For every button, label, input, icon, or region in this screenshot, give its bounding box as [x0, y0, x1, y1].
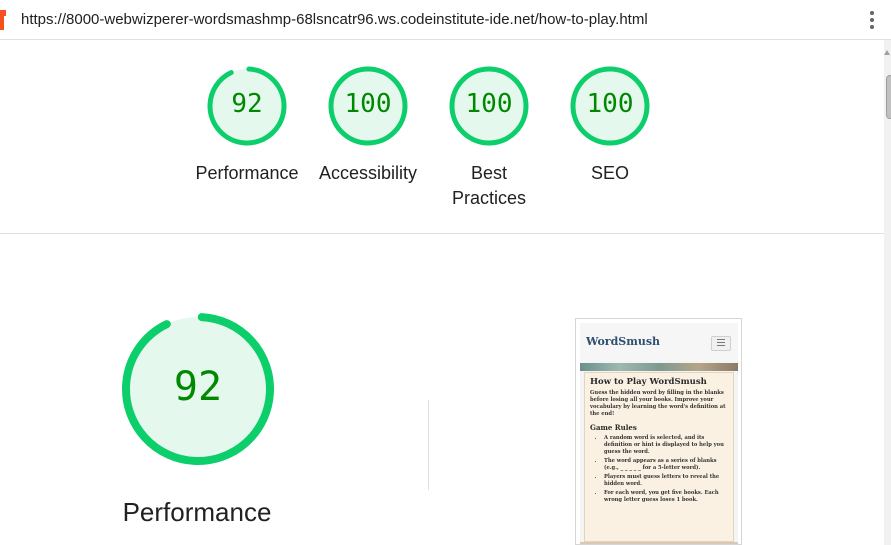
score-value: 100 [344, 89, 392, 119]
score-label: Performance [195, 163, 299, 183]
score-value: 100 [586, 89, 634, 119]
vertical-divider [428, 400, 429, 490]
address-bar[interactable]: https://8000-webwizperer-wordsmashmp-68l… [0, 0, 891, 40]
screenshot-banner-image [580, 363, 738, 371]
score-gauge-best-practices[interactable]: 100 Best Practices [434, 65, 544, 211]
score-value: 92 [231, 89, 263, 119]
rule-item: The word appears as a series of blanks (… [604, 458, 728, 472]
score-label: Accessibility [318, 163, 418, 183]
main-score-label: Performance [122, 497, 272, 527]
screenshot-rules-heading: Game Rules [590, 423, 637, 432]
lighthouse-logo-icon [0, 10, 6, 30]
score-label: Best Practices [434, 161, 544, 211]
score-gauge-performance[interactable]: 92 Performance [192, 65, 302, 186]
page-screenshot-thumbnail[interactable]: WordSmush How to Play WordSmush Guess th… [575, 318, 742, 545]
screenshot-title: How to Play WordSmush [590, 377, 707, 387]
score-value: 100 [465, 89, 513, 119]
score-gauge-accessibility[interactable]: 100 Accessibility [313, 65, 423, 186]
rule-item: Players must guess letters to reveal the… [604, 474, 728, 488]
url-text[interactable]: https://8000-webwizperer-wordsmashmp-68l… [21, 11, 648, 28]
screenshot-rules-list: A random word is selected, and its defin… [590, 435, 728, 504]
score-label-line: Best [470, 163, 508, 183]
more-options-icon[interactable] [866, 9, 878, 33]
screenshot-content: WordSmush How to Play WordSmush Guess th… [580, 323, 738, 544]
screenshot-intro: Guess the hidden word by filling in the … [590, 390, 726, 417]
score-label-line: Practices [451, 188, 527, 208]
main-score-value: 92 [173, 364, 223, 410]
score-label: SEO [590, 163, 629, 183]
rule-item: A random word is selected, and its defin… [604, 435, 728, 456]
hamburger-menu-icon [711, 336, 731, 351]
scrollbar-thumb[interactable] [886, 75, 891, 119]
scroll-up-arrow-icon[interactable] [884, 50, 890, 55]
section-divider [0, 233, 884, 234]
screenshot-card: How to Play WordSmush Guess the hidden w… [584, 372, 734, 542]
screenshot-brand: WordSmush [586, 335, 661, 348]
rule-item: For each word, you get five books. Each … [604, 490, 728, 504]
score-gauge-seo[interactable]: 100 SEO [555, 65, 665, 186]
main-score-gauge: 92 [118, 312, 278, 477]
screenshot-navbar: WordSmush [580, 323, 738, 361]
